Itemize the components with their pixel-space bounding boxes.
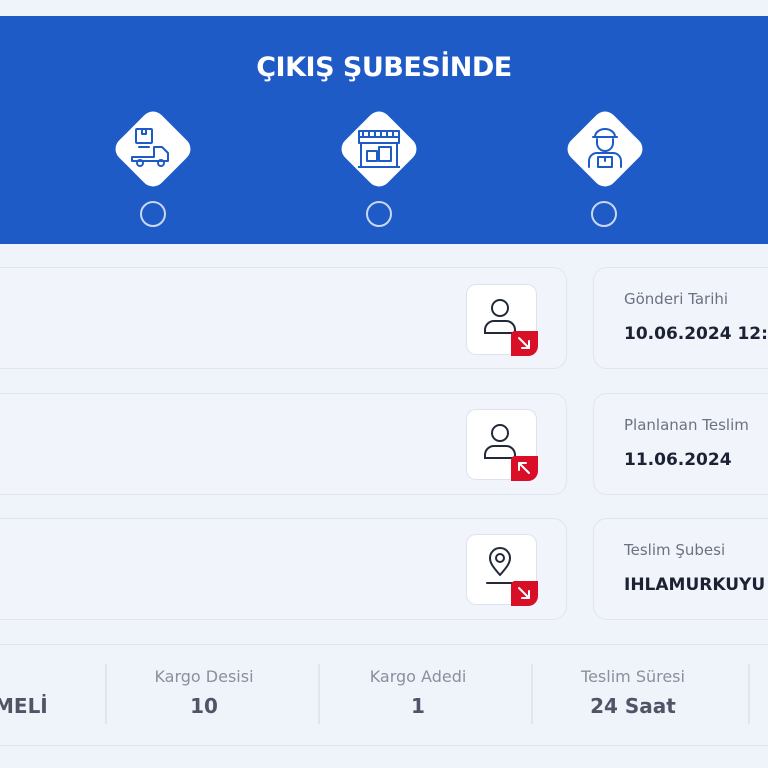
delivery-branch-card: Teslim Şubesi IHLAMURKUYU	[593, 518, 768, 620]
step-dot-3	[591, 201, 617, 227]
delivery-branch-label: Teslim Şubesi	[624, 541, 726, 559]
stat-cargo-desi-label: Kargo Desisi	[154, 667, 254, 686]
arrow-down-right-icon	[518, 337, 530, 349]
receiver-badge	[511, 456, 538, 481]
shipment-stats: MELİ Kargo Desisi 10 Kargo Adedi 1 Tesli…	[0, 644, 768, 746]
location-badge	[511, 581, 538, 606]
stat-divider	[748, 664, 750, 724]
stat-cargo-count: Kargo Adedi 1	[320, 645, 516, 745]
stat-cargo-count-value: 1	[411, 694, 425, 718]
stat-delivery-time-label: Teslim Süresi	[581, 667, 685, 686]
stat-payment-type-value: MELİ	[0, 694, 48, 718]
stat-cargo-count-label: Kargo Adedi	[369, 667, 467, 686]
step-dot-2	[366, 201, 392, 227]
arrow-down-right-icon	[518, 587, 530, 599]
arrow-up-left-icon	[518, 462, 530, 474]
store-icon	[358, 130, 400, 168]
step-out-for-delivery	[561, 105, 649, 193]
receiver-icon-box[interactable]	[466, 409, 538, 481]
status-banner: ÇIKIŞ ŞUBESİNDE	[0, 16, 768, 244]
delivery-branch-value: IHLAMURKUYU	[624, 575, 766, 595]
step-shipment-accepted	[109, 105, 197, 193]
stat-payment-type: MELİ	[0, 645, 66, 745]
stat-cargo-desi-value: 10	[190, 694, 218, 718]
truck-package-icon	[131, 128, 169, 167]
stat-cargo-desi: Kargo Desisi 10	[106, 645, 302, 745]
stat-divider	[531, 664, 533, 724]
courier-icon	[588, 128, 622, 168]
stat-divider	[105, 664, 107, 724]
stat-delivery-time: Teslim Süresi 24 Saat	[535, 645, 731, 745]
planned-delivery-label: Planlanan Teslim	[624, 416, 749, 434]
shipment-date-value: 10.06.2024 12:5	[624, 324, 768, 344]
status-title: ÇIKIŞ ŞUBESİNDE	[256, 52, 512, 83]
shipment-date-label: Gönderi Tarihi	[624, 290, 729, 308]
sender-icon-box[interactable]	[466, 284, 538, 356]
step-at-branch	[335, 105, 423, 193]
stat-delivery-time-value: 24 Saat	[590, 694, 676, 718]
shipment-date-card: Gönderi Tarihi 10.06.2024 12:5	[593, 267, 768, 369]
sender-badge	[511, 331, 538, 356]
step-dot-1	[140, 201, 166, 227]
location-icon-box[interactable]	[466, 534, 538, 606]
planned-delivery-card: Planlanan Teslim 11.06.2024	[593, 393, 768, 495]
planned-delivery-value: 11.06.2024	[624, 450, 732, 470]
stat-divider	[318, 664, 320, 724]
